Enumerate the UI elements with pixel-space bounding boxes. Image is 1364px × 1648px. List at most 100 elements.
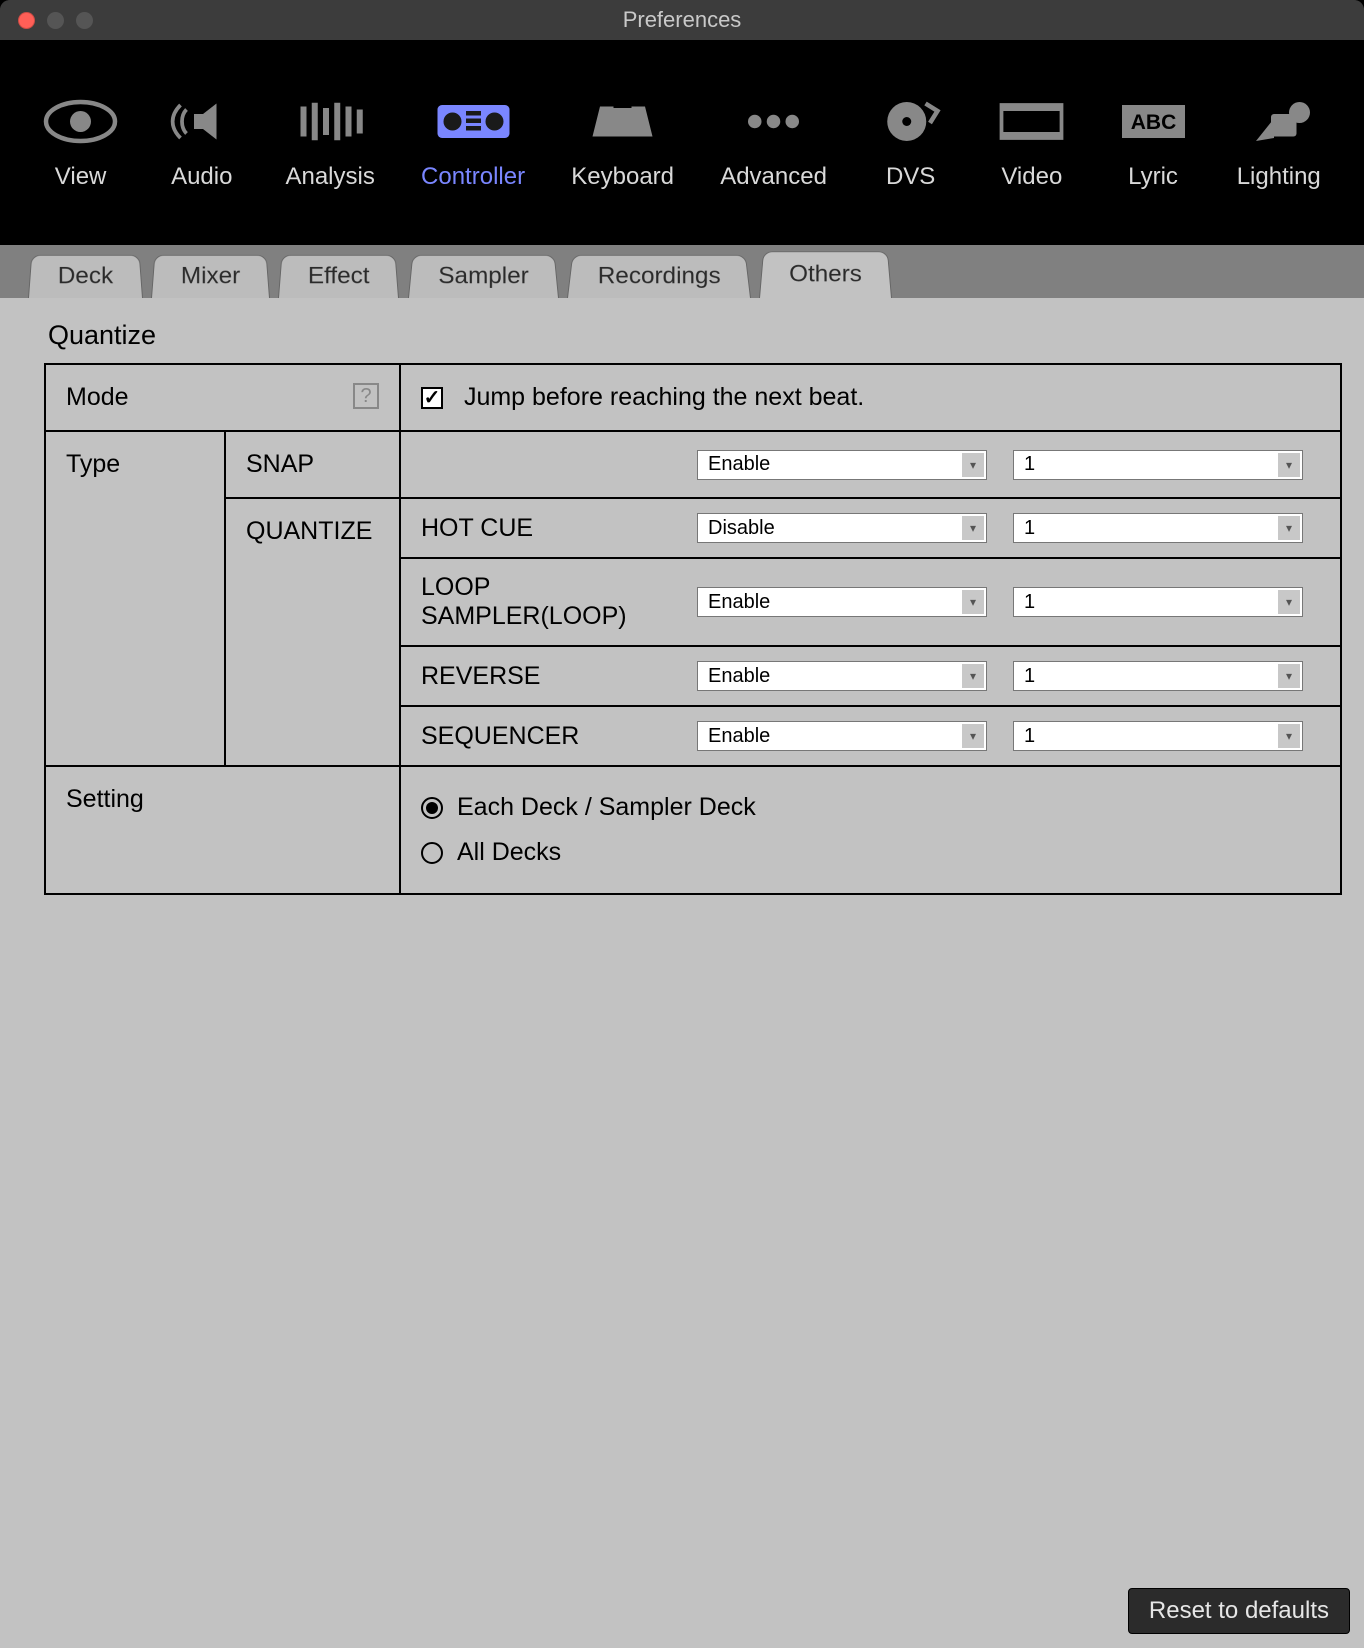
reverse-value-dropdown[interactable]: 1▾ [1013, 661, 1303, 691]
sequencer-enable-dropdown[interactable]: Enable ▾ [697, 721, 987, 751]
others-panel: Quantize Mode ? Jump before reaching the… [0, 298, 1364, 1648]
toolbar-label: Audio [171, 163, 232, 191]
chevron-down-icon: ▾ [1278, 453, 1300, 477]
toolbar-item-view[interactable]: View [43, 94, 118, 191]
setting-label: Setting [66, 785, 144, 813]
type-row-label-cell: Type [45, 431, 225, 766]
feature-row-reverse: REVERSE Enable▾ 1▾ [401, 645, 1340, 705]
close-window-button[interactable] [18, 12, 35, 29]
snap-controls-cell: Enable ▾ 1 ▾ [400, 431, 1341, 498]
loopsampler-enable-dropdown[interactable]: Enable▾ [697, 587, 987, 617]
setting-radio-all-decks[interactable]: All Decks [421, 830, 1320, 875]
toolbar-label: Lyric [1128, 163, 1178, 191]
tab-mixer[interactable]: Mixer [151, 255, 270, 298]
type-label: Type [66, 450, 120, 478]
setting-row-label-cell: Setting [45, 766, 400, 894]
svg-text:ABC: ABC [1130, 111, 1176, 134]
chevron-down-icon: ▾ [1278, 664, 1300, 688]
film-icon [994, 94, 1069, 149]
dropdown-value: Enable [708, 725, 770, 748]
toolbar-label: Advanced [720, 163, 827, 191]
reset-to-defaults-button[interactable]: Reset to defaults [1128, 1588, 1350, 1634]
snap-label: SNAP [246, 450, 314, 478]
dropdown-value: 1 [1024, 591, 1035, 614]
dropdown-value: 1 [1024, 453, 1035, 476]
toolbar-item-audio[interactable]: Audio [164, 94, 239, 191]
tab-recordings[interactable]: Recordings [567, 255, 751, 298]
minimize-window-button[interactable] [47, 12, 64, 29]
mode-checkbox-label: Jump before reaching the next beat. [464, 383, 864, 411]
toolbar-item-controller[interactable]: Controller [421, 94, 525, 191]
tab-label: Mixer [181, 263, 240, 290]
zoom-window-button[interactable] [76, 12, 93, 29]
help-icon[interactable]: ? [353, 383, 379, 409]
toolbar-label: Keyboard [571, 163, 674, 191]
toolbar-item-advanced[interactable]: Advanced [720, 94, 827, 191]
toolbar-item-dvs[interactable]: DVS [873, 94, 948, 191]
quantize-features-cell: HOT CUE Disable▾ 1▾ LOOP SAMPLER(LOOP) E… [400, 498, 1341, 766]
quantize-section-title: Quantize [8, 320, 1356, 351]
feature-name: LOOP SAMPLER(LOOP) [421, 573, 671, 631]
feature-row-hotcue: HOT CUE Disable▾ 1▾ [401, 499, 1340, 557]
reverse-enable-dropdown[interactable]: Enable ▾ [697, 661, 987, 691]
feature-name: HOT CUE [421, 514, 671, 543]
chevron-down-icon: ▾ [962, 724, 984, 748]
tab-label: Others [789, 261, 862, 288]
sequencer-value-dropdown[interactable]: 1▾ [1013, 721, 1303, 751]
speaker-icon [164, 94, 239, 149]
vinyl-icon [873, 94, 948, 149]
titlebar: Preferences [0, 0, 1364, 40]
tab-label: Sampler [438, 263, 528, 290]
chevron-down-icon: ▾ [962, 453, 984, 477]
mode-label: Mode [66, 383, 129, 411]
toolbar-item-video[interactable]: Video [994, 94, 1069, 191]
tab-sampler[interactable]: Sampler [408, 255, 559, 298]
tab-deck[interactable]: Deck [28, 255, 143, 298]
waveform-bars-icon [293, 94, 368, 149]
radio-label: Each Deck / Sampler Deck [457, 793, 756, 822]
setting-radio-each-deck[interactable]: Each Deck / Sampler Deck [421, 785, 1320, 830]
preferences-window: Preferences View Audio Analysis Con [0, 0, 1364, 1648]
tab-label: Recordings [597, 263, 720, 290]
toolbar-item-lyric[interactable]: ABC Lyric [1116, 94, 1191, 191]
mode-controls-cell: Jump before reaching the next beat. [400, 364, 1341, 431]
quantize-table: Mode ? Jump before reaching the next bea… [44, 363, 1342, 895]
snap-value-dropdown[interactable]: 1 ▾ [1013, 450, 1303, 480]
toolbar-label: Lighting [1237, 163, 1321, 191]
toolbar-label: DVS [886, 163, 935, 191]
setting-controls-cell: Each Deck / Sampler Deck All Decks [400, 766, 1341, 894]
radio-icon [421, 797, 443, 819]
toolbar-item-analysis[interactable]: Analysis [285, 94, 374, 191]
abc-icon: ABC [1116, 94, 1191, 149]
hotcue-value-dropdown[interactable]: 1▾ [1013, 513, 1303, 543]
preferences-toolbar: View Audio Analysis Controller Keyboard [0, 40, 1364, 245]
chevron-down-icon: ▾ [962, 664, 984, 688]
quantize-label-cell: QUANTIZE [225, 498, 400, 766]
dropdown-value: 1 [1024, 725, 1035, 748]
radio-label: All Decks [457, 838, 561, 867]
keyboard-icon [585, 94, 660, 149]
toolbar-item-lighting[interactable]: Lighting [1237, 94, 1321, 191]
dropdown-value: Enable [708, 665, 770, 688]
eye-icon [43, 94, 118, 149]
chevron-down-icon: ▾ [1278, 724, 1300, 748]
window-title: Preferences [0, 7, 1364, 33]
tab-others[interactable]: Others [759, 251, 892, 298]
tab-label: Deck [58, 263, 113, 290]
quantize-sub-label: QUANTIZE [246, 517, 372, 545]
mode-checkbox[interactable] [421, 387, 443, 409]
chevron-down-icon: ▾ [1278, 590, 1300, 614]
dropdown-value: Disable [708, 517, 775, 540]
feature-name: SEQUENCER [421, 722, 671, 751]
feature-name: REVERSE [421, 662, 671, 691]
loopsampler-value-dropdown[interactable]: 1▾ [1013, 587, 1303, 617]
tab-effect[interactable]: Effect [278, 255, 399, 298]
hotcue-enable-dropdown[interactable]: Disable▾ [697, 513, 987, 543]
controller-tabs: Deck Mixer Effect Sampler Recordings Oth… [0, 245, 1364, 298]
snap-enable-dropdown[interactable]: Enable ▾ [697, 450, 987, 480]
stage-light-icon [1241, 94, 1316, 149]
dropdown-value: Enable [708, 453, 770, 476]
toolbar-item-keyboard[interactable]: Keyboard [571, 94, 674, 191]
dropdown-value: 1 [1024, 665, 1035, 688]
tab-label: Effect [308, 263, 370, 290]
